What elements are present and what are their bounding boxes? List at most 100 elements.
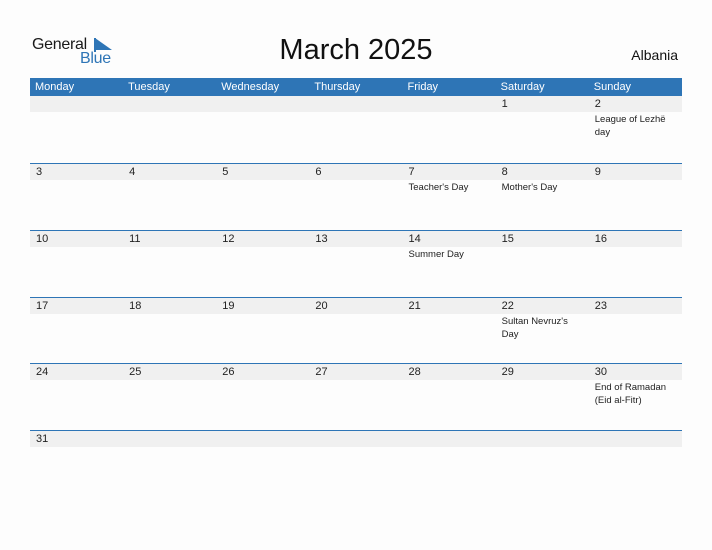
- holiday-label: [222, 112, 306, 113]
- holiday-label: [129, 247, 213, 248]
- holiday-label: Sultan Nevruz's Day: [501, 316, 568, 340]
- holiday-label: [129, 314, 213, 315]
- day-number: [409, 431, 496, 447]
- day-number: 13: [315, 233, 328, 245]
- day-cell: [216, 96, 309, 139]
- day-number: 6: [315, 166, 322, 178]
- week-row: 17 18 19 20 21 22 Sultan Nevruz's Day 23: [30, 297, 682, 363]
- day-cell: [403, 431, 496, 448]
- day-number: 31: [36, 433, 49, 445]
- holiday-label: [409, 447, 493, 448]
- holiday-label: Summer Day: [408, 249, 464, 260]
- day-cell: 17: [30, 298, 123, 341]
- day-cell: 14 Summer Day: [403, 231, 496, 261]
- holiday-label: [409, 380, 493, 381]
- day-cell: 20: [309, 298, 402, 341]
- day-number: 4: [129, 166, 136, 178]
- day-number: 19: [222, 300, 235, 312]
- weekday-header: Monday Tuesday Wednesday Thursday Friday…: [30, 78, 682, 96]
- day-cell: [123, 96, 216, 139]
- week-cells: 17 18 19 20 21 22 Sultan Nevruz's Day 23: [30, 298, 682, 341]
- holiday-label: Teacher's Day: [408, 182, 469, 193]
- day-number: 16: [594, 233, 607, 245]
- week-row: 3 4 5 6 7 Teacher's Day 8 Mother's Day 9: [30, 163, 682, 229]
- day-number: 21: [408, 300, 421, 312]
- day-number: 24: [36, 366, 49, 378]
- holiday-label: [36, 180, 120, 181]
- holiday-label: [129, 380, 213, 381]
- holiday-label: [502, 247, 586, 248]
- day-number: 9: [594, 166, 601, 178]
- weekday-friday: Friday: [407, 81, 439, 93]
- holiday-label: [315, 247, 399, 248]
- day-cell: 7 Teacher's Day: [403, 164, 496, 194]
- day-cell: [30, 96, 123, 139]
- day-number: 7: [408, 166, 415, 178]
- day-cell: 21: [403, 298, 496, 341]
- day-number: 22: [501, 300, 514, 312]
- day-cell: 27: [309, 364, 402, 407]
- holiday-label: [222, 447, 306, 448]
- day-cell: 30 End of Ramadan (Eid al-Fitr): [589, 364, 682, 407]
- day-number: 18: [129, 300, 142, 312]
- holiday-label: [36, 447, 120, 448]
- day-cell: 18: [123, 298, 216, 341]
- day-number: 8: [501, 166, 508, 178]
- holiday-label: [409, 112, 493, 113]
- week-row: 1 2 League of Lezhë day: [30, 96, 682, 162]
- day-cell: [216, 431, 309, 448]
- day-cell: [589, 431, 682, 448]
- day-cell: [309, 96, 402, 139]
- day-number: 29: [501, 366, 514, 378]
- holiday-label: [315, 447, 399, 448]
- day-cell: 16: [589, 231, 682, 261]
- week-row: 10 11 12 13 14 Summer Day 15 16: [30, 230, 682, 296]
- day-number: 25: [129, 366, 142, 378]
- day-cell: 8 Mother's Day: [496, 164, 589, 194]
- day-number: [36, 96, 123, 112]
- day-number: [315, 431, 402, 447]
- day-number: 15: [501, 233, 514, 245]
- day-cell: 11: [123, 231, 216, 261]
- holiday-label: [129, 180, 213, 181]
- day-number: 5: [222, 166, 229, 178]
- holiday-label: [36, 380, 120, 381]
- holiday-label: [129, 447, 213, 448]
- page-title: March 2025: [279, 34, 433, 66]
- day-number: 23: [594, 300, 607, 312]
- day-number: [409, 96, 496, 112]
- day-cell: [403, 96, 496, 139]
- week-cells: 10 11 12 13 14 Summer Day 15 16: [30, 231, 682, 261]
- week-row: 31: [30, 430, 682, 496]
- week-cells: 1 2 League of Lezhë day: [30, 96, 682, 139]
- day-number: 14: [408, 233, 421, 245]
- day-number: 10: [36, 233, 49, 245]
- day-number: [595, 431, 682, 447]
- holiday-label: [36, 247, 120, 248]
- day-number: [129, 431, 216, 447]
- day-number: 1: [501, 98, 508, 110]
- holiday-label: League of Lezhë day: [594, 114, 666, 138]
- weekday-monday: Monday: [35, 81, 75, 93]
- holiday-label: Mother's Day: [501, 182, 558, 193]
- day-cell: 5: [216, 164, 309, 194]
- week-row: 24 25 26 27 28 29 30 End of Ramadan (Eid al-Fit…: [30, 363, 682, 429]
- day-cell: 22 Sultan Nevruz's Day: [496, 298, 589, 341]
- week-cells: 31: [30, 431, 682, 448]
- holiday-label: [222, 180, 306, 181]
- country-label: Albania: [631, 47, 678, 63]
- day-number: 11: [129, 233, 141, 245]
- day-number: 3: [36, 166, 43, 178]
- holiday-label: [222, 247, 306, 248]
- day-cell: 29: [496, 364, 589, 407]
- holiday-label: [502, 112, 586, 113]
- day-number: [222, 431, 309, 447]
- holiday-label: [595, 247, 679, 248]
- day-cell: 9: [589, 164, 682, 194]
- holiday-label: [222, 380, 306, 381]
- day-cell: 13: [309, 231, 402, 261]
- weekday-saturday: Saturday: [500, 81, 545, 93]
- day-number: [129, 96, 216, 112]
- day-cell: 10: [30, 231, 123, 261]
- holiday-label: [315, 180, 399, 181]
